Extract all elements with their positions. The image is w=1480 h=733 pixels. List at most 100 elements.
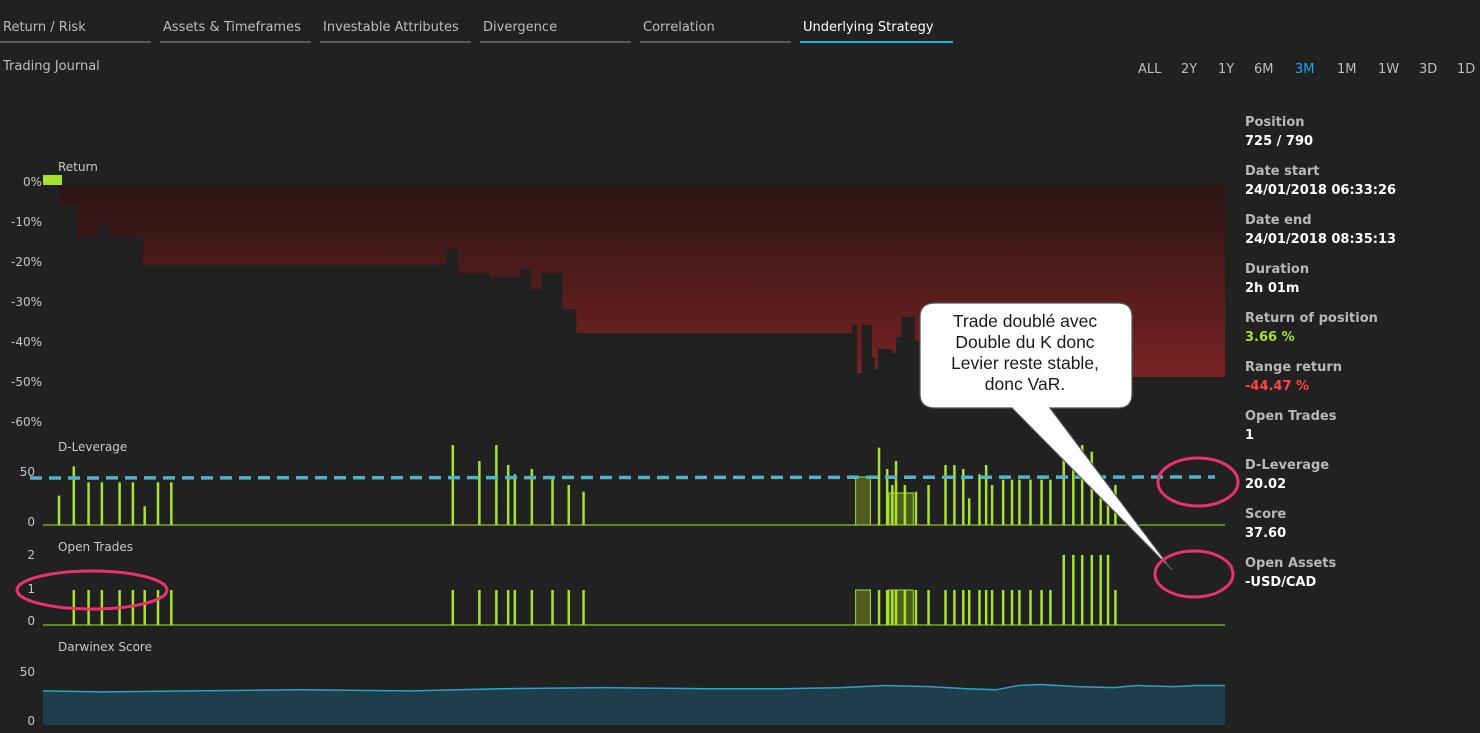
open-trades-bar [1018,590,1021,625]
timeframe-3m[interactable]: 3M [1295,62,1315,77]
info-position: Position 725 / 790 [1245,114,1475,163]
info-value: 2h 01m [1245,281,1300,296]
info-value: -44.47 % [1245,379,1310,394]
open-trades-bar [156,590,160,625]
open-trades-bar [1010,590,1014,625]
leverage-bar [984,465,988,525]
return-tick-label: -30% [11,295,42,309]
leverage-bar [118,482,121,525]
open-trades-block [855,589,871,626]
leverage-bar [506,465,510,525]
open-trades-bar [891,590,894,625]
open-trades-bar [894,590,898,625]
leverage-bar [978,474,981,525]
timeframe-1w[interactable]: 1W [1378,62,1399,77]
leverage-bar [903,485,907,525]
position-info-panel: Position 725 / 790 Date start 24/01/2018… [1245,114,1475,604]
leverage-block [855,476,871,526]
leverage-bar [567,485,571,525]
highlight-ellipse-leverage-right [1156,456,1240,508]
leverage-panel: D-Leverage 500 [20,440,1225,529]
open-trades-bar [984,590,988,625]
open-trades-tick-label: 0 [27,614,35,628]
open-trades-bar [1072,555,1075,625]
return-title: Return [58,160,98,174]
leverage-bar [990,485,994,525]
leverage-bar [953,465,956,525]
return-start-marker [43,175,62,185]
open-trades-bar [978,590,981,625]
timeframe-1m[interactable]: 1M [1337,62,1357,77]
leverage-bar [100,482,104,525]
leverage-bar [1001,479,1005,525]
open-trades-bar [877,590,881,625]
info-label: Return of position [1245,311,1378,326]
leverage-bar [495,445,498,525]
score-panel: Darwinex Score 50 0 [20,640,1225,728]
leverage-bar [57,495,61,525]
leverage-bar [967,498,971,525]
info-label: Duration [1245,262,1310,277]
timeframe-1d[interactable]: 1D [1457,62,1475,77]
leverage-title: D-Leverage [58,440,127,454]
open-trades-bar [962,590,965,625]
return-tick-label: -20% [11,255,42,269]
open-trades-bar [990,590,994,625]
leverage-bar [927,485,930,525]
info-open-trades: Open Trades 1 [1245,408,1475,457]
open-trades-bar [530,590,534,625]
open-trades-bar [451,590,455,625]
open-trades-bar [1114,590,1117,625]
open-trades-bar [1099,555,1102,625]
info-label: Date end [1245,213,1312,228]
return-tick-label: -50% [11,375,42,389]
open-trades-bar [1001,590,1005,625]
info-value: 3.66 % [1245,330,1295,345]
open-trades-bar [1040,590,1043,625]
leverage-bar [170,482,173,525]
open-trades-bar [582,590,585,625]
info-value: 1 [1245,428,1255,443]
leverage-bar [143,506,146,525]
open-trades-bar [506,590,510,625]
return-tick-label: -10% [11,215,42,229]
open-trades-bar [1090,555,1094,625]
open-trades-bar [143,590,146,625]
info-label: Open Assets [1245,556,1337,571]
open-trades-bar [170,590,173,625]
info-label: Score [1245,507,1287,522]
open-trades-bar [567,590,571,625]
open-trades-bar [927,590,930,625]
open-trades-bar [1062,555,1065,625]
leverage-bar [72,466,76,525]
open-trades-bar [495,590,498,625]
leverage-bar [551,477,554,525]
leverage-bar [478,461,481,525]
leverage-bar [1010,479,1014,525]
info-date-start: Date start 24/01/2018 06:33:26 [1245,163,1475,212]
leverage-bar [1049,479,1052,525]
info-label: Position [1245,115,1305,130]
return-tick-label: 0% [23,175,42,189]
info-range-return: Range return -44.47 % [1245,359,1475,408]
info-label: Date start [1245,164,1320,179]
return-tick-label: -60% [11,415,42,429]
info-label: Range return [1245,360,1343,375]
highlight-ellipse-open-trades-right [1153,549,1235,599]
open-trades-bar [1106,555,1110,625]
open-trades-bar [551,590,554,625]
open-trades-bar [1080,555,1084,625]
info-value: 37.60 [1245,526,1287,541]
info-value: 20.02 [1245,477,1287,492]
open-trades-bar [914,590,918,625]
score-tick-label: 50 [20,665,35,679]
timeframe-6m[interactable]: 6M [1254,62,1274,77]
open-trades-bar [1029,590,1032,625]
leverage-reference-line [29,475,1216,480]
info-value: 24/01/2018 08:35:13 [1245,232,1397,247]
leverage-tick-label: 0 [27,515,35,529]
leverage-bar [582,491,585,525]
info-value: -USD/CAD [1245,575,1317,590]
callout-text: Trade doublé avec Double du K donc Levie… [922,308,1128,406]
timeframe-3d[interactable]: 3D [1419,62,1437,77]
